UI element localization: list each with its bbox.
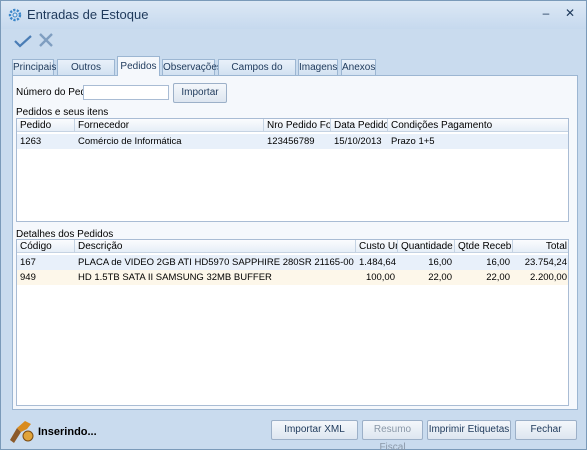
check-icon[interactable] — [14, 34, 32, 48]
window-title: Entradas de Estoque — [27, 7, 149, 22]
orders-grid[interactable]: Pedido Fornecedor Nro Pedido Forn. Data … — [16, 118, 569, 222]
received-cell: 22,00 — [486, 272, 510, 283]
quantity-cell: 16,00 — [428, 257, 452, 268]
column-header[interactable]: Nro Pedido Forn. — [264, 119, 331, 132]
minimize-button[interactable]: – — [538, 7, 554, 21]
order-number-input[interactable] — [83, 85, 169, 100]
tab-outros-dados[interactable]: Outros Dados — [57, 59, 115, 88]
details-grid-header: Código Descrição Custo Un. Quantidade Qt… — [17, 240, 568, 253]
table-row[interactable]: 167 PLACA de VIDEO 2GB ATI HD5970 SAPPHI… — [17, 255, 568, 270]
title-bar: Entradas de Estoque – ✕ — [1, 1, 586, 29]
status-text: Inserindo... — [38, 426, 97, 438]
app-gear-icon — [8, 8, 22, 22]
table-row[interactable]: 949 HD 1.5TB SATA II SAMSUNG 32MB BUFFER… — [17, 270, 568, 285]
tab-anexos[interactable]: Anexos — [341, 59, 376, 75]
description-cell: PLACA de VIDEO 2GB ATI HD5970 SAPPHIRE 2… — [78, 257, 354, 268]
total-cell: 23.754,24 — [524, 257, 567, 268]
supplier-order-cell: 123456789 — [267, 136, 315, 147]
column-header[interactable]: Qtde Recebida — [455, 240, 513, 253]
column-header[interactable]: Fornecedor — [75, 119, 264, 132]
supplier-cell: Comércio de Informática — [78, 136, 182, 147]
footer-bar: Inserindo... Importar XML Resumo Fiscal … — [1, 413, 586, 450]
pedidos-panel: Número do Pedido Importar Pedidos e seus… — [12, 75, 578, 410]
tab-observacoes[interactable]: Observações — [162, 59, 222, 75]
tab-campos-do-usuario[interactable]: Campos do Usuário — [218, 59, 296, 88]
import-xml-button[interactable]: Importar XML — [271, 420, 358, 440]
status-tool-icon — [10, 421, 34, 443]
column-header[interactable]: Total — [513, 240, 570, 253]
fiscal-summary-button[interactable]: Resumo Fiscal — [362, 420, 423, 450]
total-cell: 2.200,00 — [530, 272, 567, 283]
column-header[interactable]: Código — [17, 240, 75, 253]
code-cell: 949 — [20, 272, 36, 283]
print-labels-button[interactable]: Imprimir Etiquetas — [427, 420, 511, 440]
table-row[interactable]: 1263 Comércio de Informática 123456789 1… — [17, 134, 568, 149]
tab-imagens[interactable]: Imagens — [298, 59, 338, 75]
close-button[interactable]: Fechar — [515, 420, 577, 440]
column-header[interactable]: Quantidade — [398, 240, 455, 253]
tab-principais[interactable]: Principais — [12, 59, 56, 75]
order-id-cell: 1263 — [20, 136, 42, 147]
column-header[interactable]: Custo Un. — [356, 240, 398, 253]
orders-section-title: Pedidos e seus itens — [16, 107, 109, 118]
column-header[interactable]: Descrição — [75, 240, 356, 253]
import-order-button[interactable]: Importar — [173, 83, 227, 103]
payment-terms-cell: Prazo 1+5 — [391, 136, 435, 147]
orders-grid-header: Pedido Fornecedor Nro Pedido Forn. Data … — [17, 119, 568, 132]
description-cell: HD 1.5TB SATA II SAMSUNG 32MB BUFFER — [78, 272, 272, 283]
quantity-cell: 22,00 — [428, 272, 452, 283]
received-cell: 16,00 — [486, 257, 510, 268]
details-grid[interactable]: Código Descrição Custo Un. Quantidade Qt… — [16, 239, 569, 406]
window: Entradas de Estoque – ✕ Principais Outro… — [0, 0, 587, 450]
unit-cost-cell: 1.484,64 — [359, 257, 396, 268]
close-window-button[interactable]: ✕ — [562, 7, 578, 21]
order-date-cell: 15/10/2013 — [334, 136, 382, 147]
column-header[interactable]: Pedido — [17, 119, 75, 132]
unit-cost-cell: 100,00 — [365, 272, 395, 283]
x-icon[interactable] — [38, 32, 54, 48]
column-header[interactable]: Data Pedido — [331, 119, 388, 132]
code-cell: 167 — [20, 257, 36, 268]
tab-pedidos[interactable]: Pedidos — [117, 56, 160, 76]
column-header[interactable]: Condições Pagamento — [388, 119, 570, 132]
